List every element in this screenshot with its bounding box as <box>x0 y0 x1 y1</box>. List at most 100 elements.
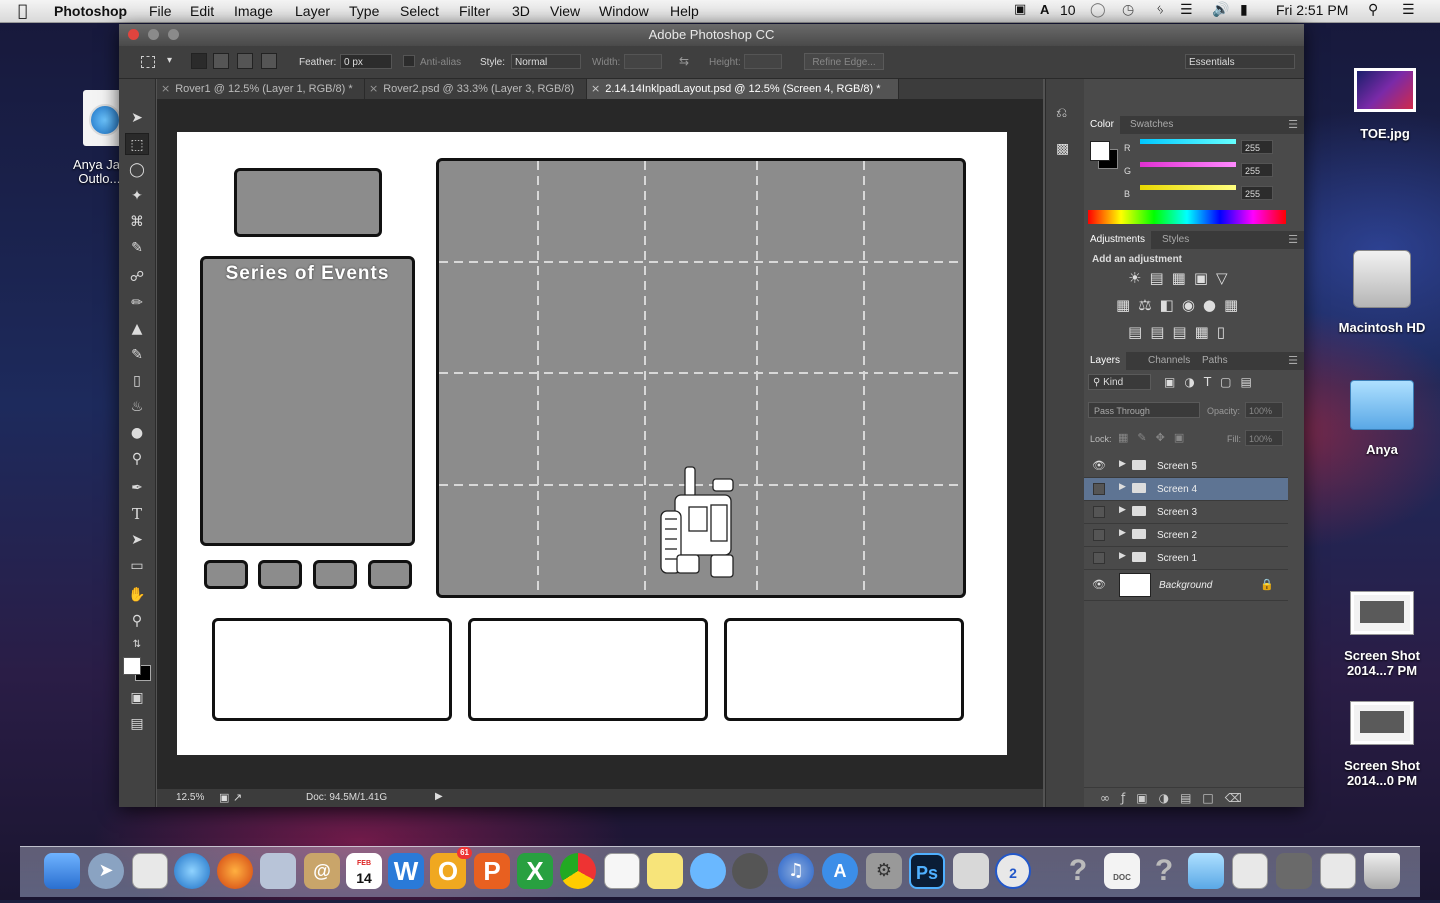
lock-position-icon[interactable]: ✥ <box>1156 431 1174 444</box>
contacts-icon[interactable]: @ <box>304 853 340 889</box>
battery-icon[interactable]: ▮ <box>1240 2 1248 18</box>
expand-group-icon[interactable]: ▶ <box>1119 482 1126 492</box>
menu-edit[interactable]: Edit <box>190 3 214 19</box>
foreground-color-swatch[interactable] <box>123 657 141 675</box>
brightness-contrast-icon[interactable]: ☀ <box>1128 269 1149 287</box>
desktop-icon-screenshot-2[interactable]: Screen Shot 2014...0 PM <box>1336 702 1428 788</box>
layer-style-fx-icon[interactable]: ƒ <box>1121 791 1136 805</box>
quick-mask-icon[interactable]: ▣ <box>125 687 149 709</box>
folder-stack-icon[interactable] <box>1188 853 1224 889</box>
history-brush-tool-icon[interactable]: ✎ <box>125 344 149 366</box>
dodge-tool-icon[interactable]: ⚲ <box>125 448 149 470</box>
layer-row-screen-1[interactable]: ▶ Screen 1 <box>1084 547 1288 570</box>
volume-icon[interactable]: 🔊 <box>1212 2 1229 18</box>
workspace-select[interactable]: Essentials <box>1185 54 1295 69</box>
rectangle-tool-icon[interactable]: ▭ <box>125 555 149 577</box>
notification-center-icon[interactable]: ☰ <box>1402 2 1415 18</box>
app-store-icon[interactable]: A <box>822 853 858 889</box>
tab-paths[interactable]: Paths <box>1196 352 1234 370</box>
document-tab[interactable]: × Rover1 @ 12.5% (Layer 1, RGB/8) * <box>157 79 365 99</box>
menu-select[interactable]: Select <box>400 3 439 19</box>
photo-filter-icon[interactable]: ◉ <box>1182 296 1203 314</box>
magic-wand-tool-icon[interactable]: ✦ <box>125 185 149 207</box>
screenshot-stack-icon[interactable] <box>1276 853 1312 889</box>
gradient-map-icon[interactable]: ▯ <box>1217 323 1233 341</box>
width-input[interactable] <box>624 54 662 69</box>
selective-color-icon[interactable]: ▦ <box>1195 323 1217 341</box>
sync-status-icon[interactable]: ◯ <box>1090 2 1106 18</box>
spotlight-search-icon[interactable]: ⚲ <box>1368 2 1378 18</box>
new-layer-icon[interactable]: □ <box>1202 791 1224 805</box>
app-menu[interactable]: Photoshop <box>54 3 127 19</box>
tab-color[interactable]: Color <box>1084 116 1120 134</box>
layer-row-screen-3[interactable]: ▶ Screen 3 <box>1084 501 1288 524</box>
tab-channels[interactable]: Channels <box>1142 352 1196 370</box>
color-lookup-icon[interactable]: ▦ <box>1224 296 1246 314</box>
menu-3d[interactable]: 3D <box>512 3 530 19</box>
color-spectrum-ramp[interactable] <box>1088 210 1286 224</box>
panel-menu-icon[interactable]: ☰ <box>1288 354 1298 367</box>
r-value-input[interactable]: 255 <box>1241 140 1273 154</box>
share-icon[interactable]: ▣ ↗ <box>219 791 242 804</box>
type-tool-icon[interactable]: T <box>125 503 149 525</box>
tab-styles[interactable]: Styles <box>1156 231 1195 249</box>
invert-icon[interactable]: ▤ <box>1128 323 1150 341</box>
marquee-preset-icon[interactable] <box>141 56 155 68</box>
swap-dimensions-icon[interactable]: ⇆ <box>679 54 689 68</box>
smart-object-filter-icon[interactable]: ▤ <box>1241 375 1261 389</box>
move-tool-icon[interactable]: ➤ <box>125 107 149 129</box>
menu-image[interactable]: Image <box>234 3 273 19</box>
zoom-level[interactable]: 12.5% <box>176 792 204 803</box>
lasso-tool-icon[interactable]: ◯ <box>125 159 149 181</box>
add-selection-icon[interactable] <box>213 53 229 69</box>
desktop-icon-toe[interactable]: TOE.jpg <box>1340 68 1430 141</box>
delete-layer-icon[interactable]: ⌫ <box>1225 791 1253 805</box>
clone-stamp-tool-icon[interactable]: ▲ <box>125 318 149 340</box>
clock[interactable]: Fri 2:51 PM <box>1276 2 1348 18</box>
expand-group-icon[interactable]: ▶ <box>1119 528 1126 538</box>
refine-edge-button[interactable]: Refine Edge... <box>804 53 884 70</box>
add-mask-icon[interactable]: ▣ <box>1136 791 1158 805</box>
apple-menu-icon[interactable]:  <box>18 1 28 20</box>
visibility-eye-icon[interactable]: 👁 <box>1092 459 1106 473</box>
alarm-clock-icon[interactable]: 2 <box>995 853 1031 889</box>
reminders-icon[interactable] <box>604 853 640 889</box>
tab-adjustments[interactable]: Adjustments <box>1084 231 1152 249</box>
channel-mixer-icon[interactable]: ● <box>1203 296 1224 314</box>
visibility-toggle[interactable] <box>1093 483 1105 495</box>
layer-kind-filter[interactable]: ⚲ Kind <box>1088 374 1151 390</box>
preview-icon[interactable] <box>260 853 296 889</box>
style-select[interactable]: Normal <box>511 54 581 69</box>
time-machine-icon[interactable]: ◷ <box>1122 2 1134 18</box>
trash-icon[interactable] <box>1364 853 1400 889</box>
close-tab-icon[interactable]: × <box>591 82 600 95</box>
messages-icon[interactable] <box>690 853 726 889</box>
desktop-icon-anya-folder[interactable]: Anya <box>1336 380 1428 457</box>
levels-icon[interactable]: ▤ <box>1149 269 1171 287</box>
feather-input[interactable]: 0 px <box>340 54 392 69</box>
facetime-icon[interactable] <box>732 853 768 889</box>
crop-tool-icon[interactable]: ⌘ <box>125 211 149 233</box>
document-stack-icon[interactable]: DOC <box>1104 853 1140 889</box>
desktop-icon-macintosh-hd[interactable]: Macintosh HD <box>1336 250 1428 335</box>
height-input[interactable] <box>744 54 782 69</box>
layer-row-background[interactable]: 👁 Background 🔒 <box>1084 570 1288 601</box>
iphoto-icon[interactable] <box>953 853 989 889</box>
itunes-icon[interactable]: ♫ <box>778 853 814 889</box>
minimize-window-button[interactable] <box>148 29 159 40</box>
launchpad-icon[interactable]: ➤ <box>88 853 124 889</box>
expand-group-icon[interactable]: ▶ <box>1119 551 1126 561</box>
new-adjustment-icon[interactable]: ◑ <box>1159 791 1180 805</box>
calendar-icon[interactable]: FEB 14 <box>346 853 382 889</box>
adjustment-filter-icon[interactable]: ◑ <box>1184 375 1203 389</box>
intersect-selection-icon[interactable] <box>261 53 277 69</box>
lock-pixels-icon[interactable]: ✎ <box>1137 431 1155 444</box>
hand-tool-icon[interactable]: ✋ <box>125 584 149 606</box>
eraser-tool-icon[interactable]: ▯ <box>125 370 149 392</box>
powerpoint-icon[interactable]: P <box>474 853 510 889</box>
zoom-tool-icon[interactable]: ⚲ <box>125 610 149 632</box>
adobe-status-icon[interactable]: A <box>1040 2 1049 17</box>
threshold-icon[interactable]: ▤ <box>1172 323 1194 341</box>
hue-saturation-icon[interactable]: ▦ <box>1116 296 1138 314</box>
document-canvas[interactable]: Series of Events <box>177 132 1007 755</box>
